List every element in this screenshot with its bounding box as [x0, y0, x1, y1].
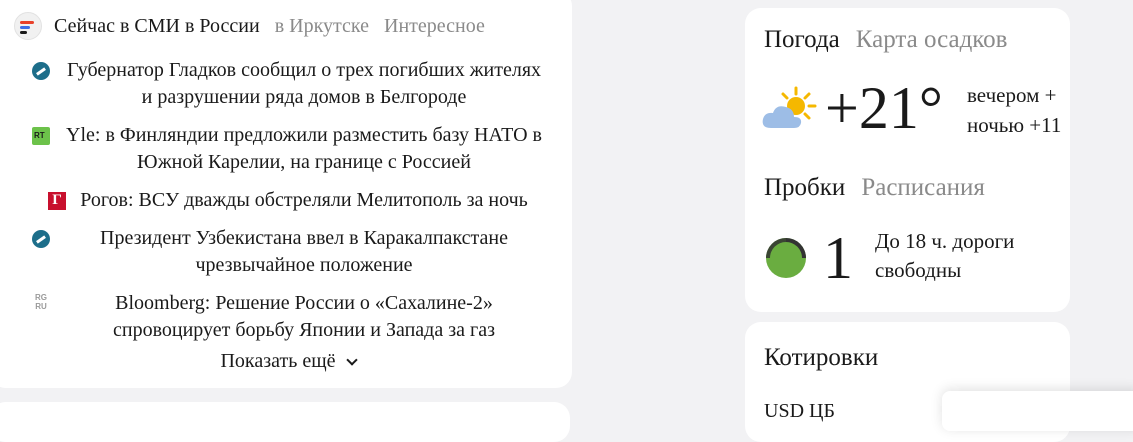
show-more-label: Показать ещё	[220, 350, 336, 372]
next-card-edge	[0, 402, 570, 442]
tab-traffic[interactable]: Пробки	[764, 174, 845, 201]
traffic-light-green-icon	[766, 238, 806, 278]
weather-traffic-card: Погода Карта осадков +21° вечером + ночью…	[745, 8, 1070, 312]
news-item[interactable]: Yle: в Финляндии предложили разместить б…	[0, 122, 576, 176]
current-temperature[interactable]: +21°	[825, 74, 943, 143]
partly-cloudy-icon	[762, 86, 817, 128]
news-item[interactable]: Губернатор Гладков сообщил о трех погибш…	[0, 57, 576, 111]
news-headline[interactable]: Yle: в Финляндии предложили разместить б…	[64, 122, 544, 176]
news-headline[interactable]: Рогов: ВСУ дважды обстреляли Мелитополь …	[80, 187, 528, 214]
quotes-title[interactable]: Котировки	[764, 344, 878, 372]
tab-news-russia[interactable]: Сейчас в СМИ в России	[54, 15, 260, 38]
news-agency-round-icon	[32, 230, 50, 248]
popup-panel[interactable]	[942, 391, 1133, 431]
tab-news-irkutsk[interactable]: в Иркутске	[275, 15, 369, 38]
news-list: Губернатор Гладков сообщил о трех погибш…	[0, 57, 576, 355]
tab-news-interesting[interactable]: Интересное	[384, 15, 485, 38]
chevron-down-icon	[345, 354, 358, 366]
forecast-evening: вечером +	[967, 83, 1057, 107]
news-headline[interactable]: Губернатор Гладков сообщил о трех погибш…	[64, 57, 544, 111]
traffic-tabs: Пробки Расписания	[764, 174, 1001, 202]
news-item[interactable]: Bloomberg: Решение России о «Сахалине-2»…	[0, 290, 576, 344]
tab-weather[interactable]: Погода	[764, 26, 840, 53]
news-item[interactable]: Рогов: ВСУ дважды обстреляли Мелитополь …	[0, 187, 576, 214]
tab-precipitation-map[interactable]: Карта осадков	[856, 26, 1008, 53]
news-agency-round-icon	[32, 62, 50, 80]
show-more-button[interactable]: Показать ещё	[0, 350, 576, 373]
gazeta-g-icon	[48, 192, 67, 210]
weather-tabs: Погода Карта осадков	[764, 26, 1024, 54]
news-logo-icon[interactable]	[14, 12, 42, 40]
traffic-level[interactable]: 1	[823, 224, 853, 293]
forecast-night: ночью +11	[967, 113, 1062, 137]
news-tabs: Сейчас в СМИ в России в Иркутске Интерес…	[14, 10, 500, 42]
news-headline[interactable]: Bloomberg: Решение России о «Сахалине-2»…	[64, 290, 544, 344]
traffic-description[interactable]: До 18 ч. дороги свободны	[875, 227, 1055, 285]
weather-forecast[interactable]: вечером + ночью +11	[967, 80, 1061, 140]
rt-icon	[32, 127, 50, 145]
news-item[interactable]: Президент Узбекистана ввел в Каракалпакс…	[0, 225, 576, 279]
tab-schedules[interactable]: Расписания	[861, 174, 985, 201]
rg-ru-icon	[32, 293, 50, 313]
news-headline[interactable]: Президент Узбекистана ввел в Каракалпакс…	[64, 225, 544, 279]
